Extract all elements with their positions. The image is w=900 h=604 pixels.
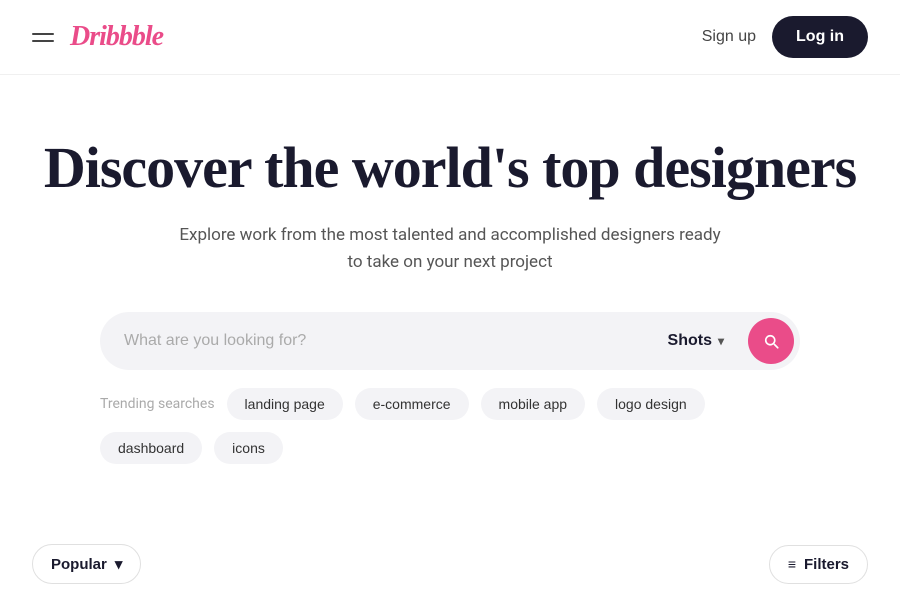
filter-icon: ≡ <box>788 556 796 572</box>
hero-title: Discover the world's top designers <box>32 135 868 202</box>
trending-tag[interactable]: mobile app <box>481 388 586 420</box>
trending-tag[interactable]: logo design <box>597 388 705 420</box>
chevron-down-icon: ▾ <box>115 555 123 573</box>
chevron-down-icon: ▾ <box>718 334 724 348</box>
sign-up-button[interactable]: Sign up <box>702 28 756 46</box>
popular-label: Popular <box>51 556 107 573</box>
trending-searches: Trending searches landing page e-commerc… <box>100 388 800 464</box>
filters-label: Filters <box>804 556 849 573</box>
popular-dropdown[interactable]: Popular ▾ <box>32 544 141 584</box>
logo[interactable]: Dribbble <box>70 21 163 53</box>
menu-icon[interactable] <box>32 33 54 42</box>
hero-section: Discover the world's top designers Explo… <box>0 75 900 494</box>
search-button[interactable] <box>748 318 794 364</box>
search-input[interactable] <box>124 332 644 350</box>
log-in-button[interactable]: Log in <box>772 16 868 58</box>
header-left: Dribbble <box>32 21 163 53</box>
header-right: Sign up Log in <box>702 16 868 58</box>
trending-tag[interactable]: dashboard <box>100 432 202 464</box>
trending-tag[interactable]: icons <box>214 432 283 464</box>
filters-button[interactable]: ≡ Filters <box>769 545 868 584</box>
trending-tag[interactable]: landing page <box>227 388 343 420</box>
search-bar: Shots ▾ <box>100 312 800 370</box>
bottom-bar: Popular ▾ ≡ Filters <box>0 524 900 604</box>
trending-tag[interactable]: e-commerce <box>355 388 469 420</box>
shots-dropdown[interactable]: Shots ▾ <box>652 322 740 360</box>
hero-subtitle: Explore work from the most talented and … <box>170 222 730 276</box>
shots-dropdown-label: Shots <box>668 332 712 350</box>
search-icon <box>762 332 780 350</box>
header: Dribbble Sign up Log in <box>0 0 900 75</box>
trending-label: Trending searches <box>100 396 215 412</box>
